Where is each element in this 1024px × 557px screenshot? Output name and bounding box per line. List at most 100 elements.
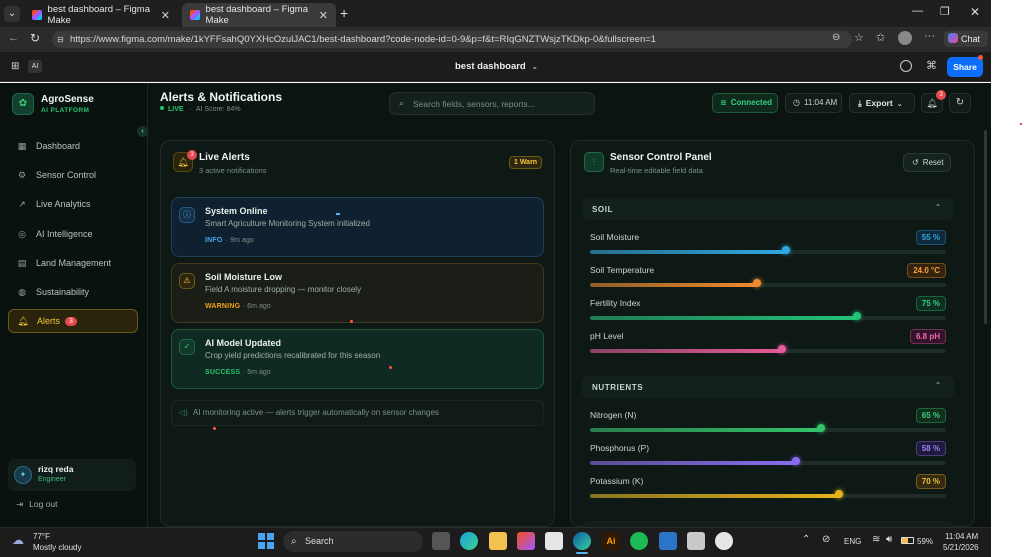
site-info-icon[interactable]: ⊟ — [57, 33, 64, 46]
back-icon[interactable]: ← — [8, 32, 19, 44]
particle-dot — [389, 366, 392, 369]
sidebar-collapse-button[interactable]: ‹ — [137, 126, 148, 137]
whatsapp-icon[interactable] — [715, 532, 733, 550]
warning-icon: ⚠ — [179, 273, 195, 289]
close-icon[interactable]: ✕ — [161, 9, 170, 22]
connected-label: Connected — [730, 98, 773, 107]
illustrator-icon[interactable]: Ai — [602, 532, 620, 550]
alert-tag: WARNING — [205, 303, 241, 310]
figma-app-icon[interactable] — [517, 532, 535, 550]
ai-toggle[interactable]: AI — [28, 60, 42, 73]
alert-tag: SUCCESS — [205, 369, 241, 376]
wifi-status-icon[interactable]: ≋ — [872, 534, 880, 545]
close-window-icon[interactable]: ✕ — [970, 5, 980, 19]
taskbar-search[interactable]: ⌕ Search — [283, 531, 423, 552]
chevron-up-icon[interactable]: ⌃ — [802, 534, 810, 545]
file-title[interactable]: best dashboard ⌄ — [455, 61, 538, 72]
particle-dot — [350, 320, 353, 323]
section-header-nutrients[interactable]: NUTRIENTS ⌃ — [582, 376, 954, 398]
refresh-button[interactable]: ↻ — [949, 93, 971, 113]
new-tab-button[interactable]: + — [340, 5, 348, 21]
clock-time[interactable]: 11:04 AM — [945, 532, 978, 541]
sensor-panel-subtitle: Real-time editable field data — [610, 166, 703, 175]
close-icon[interactable]: ✕ — [319, 9, 328, 22]
language-indicator[interactable]: ENG — [844, 537, 861, 546]
favorite-star-icon[interactable]: ☆ — [854, 31, 864, 44]
alert-tag: INFO — [205, 237, 223, 244]
sensor-label: Potassium (K) — [590, 476, 644, 486]
sensor-slider-track[interactable] — [590, 349, 946, 353]
more-icon[interactable]: ··· — [924, 30, 935, 42]
sidebar-item-live-analytics[interactable]: ↗ Live Analytics — [8, 192, 138, 216]
spotify-icon[interactable] — [630, 532, 648, 550]
url-field[interactable]: ⊟ https://www.figma.com/make/1kYFFsahQ0Y… — [52, 31, 852, 48]
task-view-icon[interactable] — [432, 532, 450, 550]
clock-icon: ◷ — [793, 98, 800, 107]
sensor-value[interactable]: 55 % — [915, 230, 946, 245]
sensor-value[interactable]: 58 % — [915, 441, 946, 456]
sidebar-item-sustainability[interactable]: ◍ Sustainability — [8, 280, 138, 304]
sensor-value[interactable]: 70 % — [915, 474, 946, 489]
sidebar-item-alerts[interactable]: 🔔︎ Alerts 3 — [8, 309, 138, 333]
inspect-icon[interactable]: ⌘ — [926, 59, 937, 72]
alerts-panel-subtitle: 3 active notifications — [199, 166, 267, 175]
sensor-row: Fertility Index 75 % — [590, 296, 946, 326]
sensor-label: Phosphorus (P) — [590, 443, 650, 453]
reset-button[interactable]: ↺ Reset — [903, 153, 951, 172]
sidebar-item-dashboard[interactable]: ▦ Dashboard — [8, 134, 138, 158]
reload-icon[interactable]: ↻ — [30, 31, 40, 45]
export-button[interactable]: ⤓ Export ⌄ — [849, 93, 915, 113]
teams-icon[interactable] — [659, 532, 677, 550]
sidebar-item-sensor-control[interactable]: ⚙ Sensor Control — [8, 163, 138, 187]
maximize-icon[interactable]: ❐ — [940, 5, 950, 18]
favorites-icon[interactable]: ✩ — [876, 31, 885, 44]
grid-icon: ▦ — [17, 140, 27, 151]
particle-dot — [213, 427, 216, 430]
browser-tab-2[interactable]: best dashboard – Figma Make ✕ — [182, 3, 336, 27]
sensor-slider-thumb[interactable] — [853, 312, 861, 320]
read-aloud-icon[interactable]: ⊖ — [832, 32, 840, 43]
mute-icon[interactable]: ⊘ — [822, 534, 830, 545]
sensor-slider-track[interactable] — [590, 316, 946, 320]
weather-icon[interactable]: ☁ — [12, 533, 24, 547]
avatar: ✦ — [14, 466, 32, 484]
edge-active-icon[interactable] — [573, 532, 591, 550]
logout-button[interactable]: ⇥ Log out — [16, 499, 58, 510]
sensor-slider-track[interactable] — [590, 250, 946, 254]
sensor-value[interactable]: 24.0 °C — [907, 263, 946, 278]
edge-icon[interactable] — [460, 532, 478, 550]
sensor-slider-track[interactable] — [590, 283, 946, 287]
share-button[interactable]: Share — [947, 57, 983, 77]
sensor-slider-track[interactable] — [590, 461, 946, 465]
cursor-marker — [336, 213, 340, 215]
sensor-slider-thumb[interactable] — [781, 246, 790, 254]
sensor-slider-track[interactable] — [590, 494, 946, 498]
battery-icon[interactable] — [901, 537, 914, 544]
sensor-value[interactable]: 65 % — [915, 408, 946, 423]
sidebar-item-ai-intelligence[interactable]: ◎ AI Intelligence — [8, 222, 138, 246]
file-explorer-icon[interactable] — [489, 532, 507, 550]
sensor-value[interactable]: 6.8 pH — [909, 329, 946, 344]
minimize-icon[interactable]: — — [912, 5, 923, 17]
profile-avatar[interactable] — [898, 31, 912, 45]
sensor-slider-track[interactable] — [590, 428, 946, 432]
tab-list-button[interactable]: ⌄ — [4, 6, 20, 22]
bell-icon: 🔔︎ — [17, 315, 29, 326]
start-button[interactable] — [258, 533, 274, 549]
search-input[interactable]: ⌕ Search fields, sensors, reports... — [389, 92, 595, 115]
volume-icon[interactable]: 🔊︎ — [886, 534, 892, 545]
figma-logo-icon[interactable]: ⊞ — [11, 61, 19, 72]
sensor-value[interactable]: 75 % — [915, 296, 946, 311]
snipping-tool-icon[interactable] — [687, 532, 705, 550]
store-icon[interactable] — [545, 532, 563, 550]
reset-label: Reset — [922, 158, 944, 167]
panel-scrollbar[interactable] — [984, 130, 987, 324]
browser-tab-1[interactable]: best dashboard – Figma Make ✕ — [24, 3, 178, 27]
comment-icon[interactable] — [900, 60, 912, 72]
section-header-soil[interactable]: SOIL ⌃ — [582, 198, 954, 220]
section-title: NUTRIENTS — [592, 382, 644, 392]
sidebar-item-land-management[interactable]: ▤ Land Management — [8, 251, 138, 275]
clock-date[interactable]: 5/21/2026 — [943, 543, 979, 552]
copilot-chat-button[interactable]: Chat — [944, 31, 988, 47]
alert-time-text: 6m ago — [247, 303, 271, 310]
